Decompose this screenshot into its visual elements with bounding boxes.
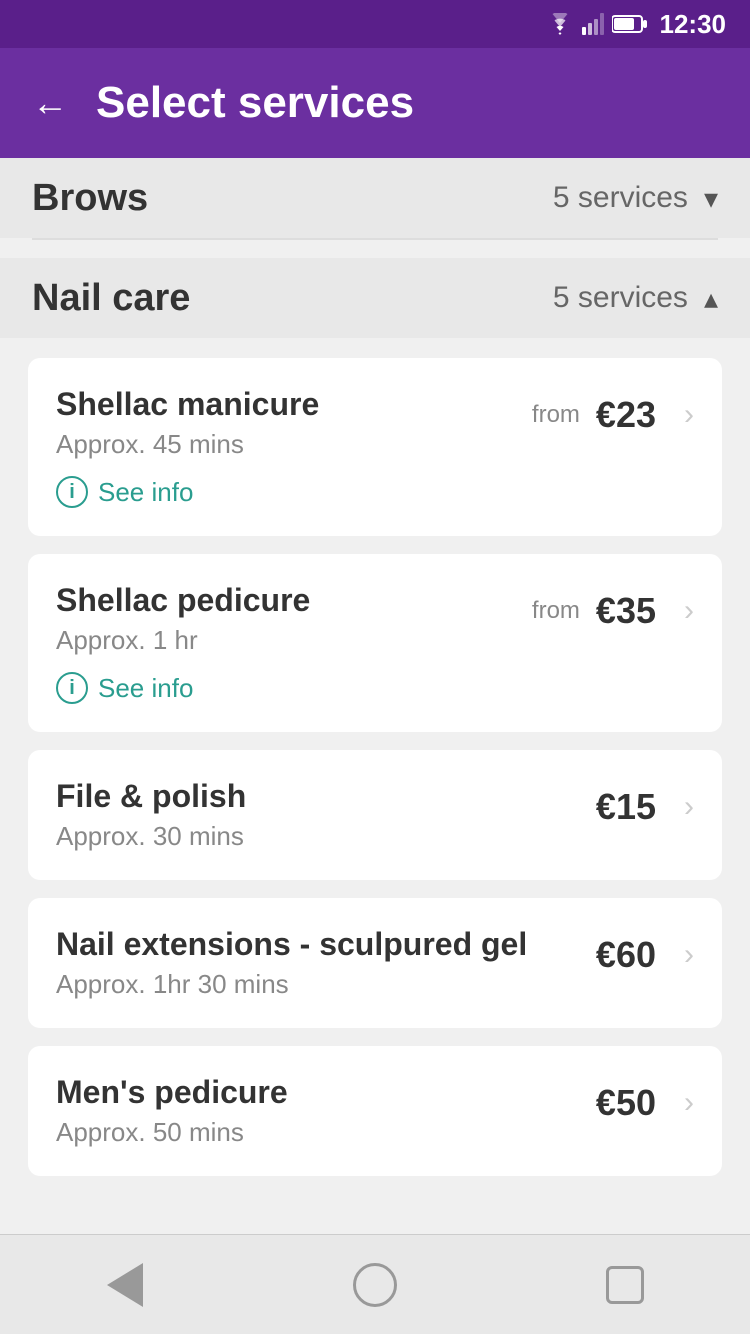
- service-card-row: Nail extensions - sculpured gel Approx. …: [56, 926, 694, 1000]
- recent-square-icon: [606, 1266, 644, 1304]
- battery-icon: [612, 14, 648, 34]
- service-duration: Approx. 1hr 30 mins: [56, 969, 596, 1000]
- service-duration: Approx. 1 hr: [56, 625, 532, 656]
- service-price-area: from €35 ›: [532, 590, 694, 632]
- brows-count: 5 services: [553, 181, 688, 215]
- page-title: Select services: [96, 78, 414, 128]
- see-info-shellac-pedicure[interactable]: i See info: [56, 672, 694, 704]
- see-info-shellac-manicure[interactable]: i See info: [56, 476, 694, 508]
- chevron-right-icon: ›: [684, 790, 694, 824]
- service-card-row: File & polish Approx. 30 mins €15 ›: [56, 778, 694, 852]
- see-info-label: See info: [98, 477, 193, 508]
- service-duration: Approx. 50 mins: [56, 1117, 596, 1148]
- nail-care-count: 5 services: [553, 281, 688, 315]
- price-from: from: [532, 597, 580, 625]
- chevron-right-icon: ›: [684, 1086, 694, 1120]
- nail-care-section-header[interactable]: Nail care 5 services ▴: [0, 258, 750, 338]
- status-icons: [546, 13, 648, 35]
- price-only: €60: [596, 934, 656, 976]
- price-value: €23: [596, 394, 656, 436]
- price-from: from: [532, 401, 580, 429]
- nail-care-section-right: 5 services ▴: [553, 281, 718, 315]
- service-card-shellac-manicure[interactable]: Shellac manicure Approx. 45 mins from €2…: [28, 358, 722, 536]
- service-card-file-polish[interactable]: File & polish Approx. 30 mins €15 ›: [28, 750, 722, 880]
- service-name: Shellac pedicure: [56, 582, 532, 619]
- services-list: Shellac manicure Approx. 45 mins from €2…: [0, 338, 750, 1196]
- info-icon: i: [56, 672, 88, 704]
- service-card-row: Shellac manicure Approx. 45 mins from €2…: [56, 386, 694, 460]
- nail-care-title: Nail care: [32, 277, 190, 320]
- price-only: €15: [596, 786, 656, 828]
- back-triangle-icon: [107, 1263, 143, 1307]
- service-price-area: €50 ›: [596, 1082, 694, 1124]
- service-info: Nail extensions - sculpured gel Approx. …: [56, 926, 596, 1000]
- service-price-area: €60 ›: [596, 934, 694, 976]
- service-name: File & polish: [56, 778, 596, 815]
- home-circle-icon: [353, 1263, 397, 1307]
- service-info: File & polish Approx. 30 mins: [56, 778, 596, 852]
- see-info-label: See info: [98, 673, 193, 704]
- status-bar: 12:30: [0, 0, 750, 48]
- signal-icon: [582, 13, 604, 35]
- wifi-icon: [546, 13, 574, 35]
- nav-recent-button[interactable]: [595, 1255, 655, 1315]
- service-info: Men's pedicure Approx. 50 mins: [56, 1074, 596, 1148]
- nav-back-button[interactable]: [95, 1255, 155, 1315]
- status-time: 12:30: [660, 9, 727, 40]
- service-card-nail-extensions[interactable]: Nail extensions - sculpured gel Approx. …: [28, 898, 722, 1028]
- service-name: Men's pedicure: [56, 1074, 596, 1111]
- service-card-shellac-pedicure[interactable]: Shellac pedicure Approx. 1 hr from €35 ›…: [28, 554, 722, 732]
- brows-chevron: ▾: [704, 182, 718, 215]
- service-info: Shellac manicure Approx. 45 mins: [56, 386, 532, 460]
- price-only: €50: [596, 1082, 656, 1124]
- service-duration: Approx. 30 mins: [56, 821, 596, 852]
- service-card-row: Men's pedicure Approx. 50 mins €50 ›: [56, 1074, 694, 1148]
- info-icon: i: [56, 476, 88, 508]
- service-info: Shellac pedicure Approx. 1 hr: [56, 582, 532, 656]
- brows-section-header[interactable]: Brows 5 services ▾: [0, 158, 750, 238]
- back-button[interactable]: ←: [32, 85, 68, 121]
- service-price-area: from €23 ›: [532, 394, 694, 436]
- service-card-row: Shellac pedicure Approx. 1 hr from €35 ›: [56, 582, 694, 656]
- service-price-area: €15 ›: [596, 786, 694, 828]
- nail-care-chevron: ▴: [704, 282, 718, 315]
- chevron-right-icon: ›: [684, 398, 694, 432]
- chevron-right-icon: ›: [684, 594, 694, 628]
- brows-title: Brows: [32, 177, 148, 220]
- service-card-mens-pedicure[interactable]: Men's pedicure Approx. 50 mins €50 ›: [28, 1046, 722, 1176]
- brows-section-right: 5 services ▾: [553, 181, 718, 215]
- bottom-nav: [0, 1234, 750, 1334]
- service-name: Nail extensions - sculpured gel: [56, 926, 596, 963]
- service-name: Shellac manicure: [56, 386, 532, 423]
- page-header: ← Select services: [0, 48, 750, 158]
- price-value: €35: [596, 590, 656, 632]
- chevron-right-icon: ›: [684, 938, 694, 972]
- nav-home-button[interactable]: [345, 1255, 405, 1315]
- service-duration: Approx. 45 mins: [56, 429, 532, 460]
- section-gap: [0, 240, 750, 258]
